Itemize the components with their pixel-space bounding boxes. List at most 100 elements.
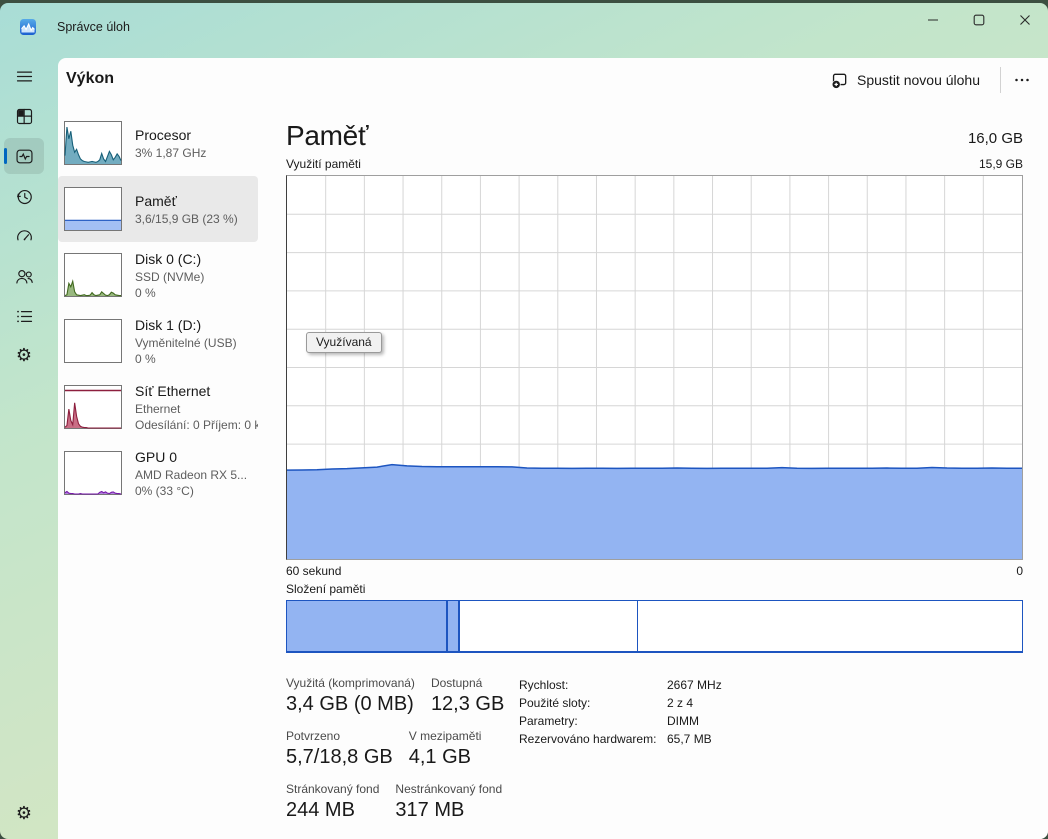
stat-dostupn-: Dostupná 12,3 GB: [431, 676, 504, 716]
stats-row-0: Využitá (komprimovaná) 3,4 GB (0 MB) Dostu…: [286, 676, 504, 716]
stat-value: 4,1 GB: [409, 746, 482, 769]
memory-title: Paměť: [286, 120, 368, 152]
disk0-thumbnail-chart: [64, 253, 122, 297]
services-gear-icon: ⚙: [16, 347, 32, 365]
window-title: Správce úloh: [57, 20, 130, 34]
sidebar-item-net[interactable]: Síť EthernetEthernetOdesílání: 0 Příjem:…: [58, 374, 258, 440]
stat-str-nkovan-fond: Stránkovaný fond 244 MB: [286, 782, 379, 822]
rail-item-startup-apps[interactable]: [4, 218, 44, 254]
memory-usage-chart: Využívaná: [286, 175, 1023, 560]
close-button[interactable]: [1002, 3, 1048, 37]
minimize-icon: [927, 14, 939, 26]
sidebar-item-disk0[interactable]: Disk 0 (C:)SSD (NVMe)0 %: [58, 242, 258, 308]
users-icon: [14, 266, 35, 287]
disk0-name: Disk 0 (C:): [135, 250, 204, 269]
stat-vyu-it-komprimovan-: Využitá (komprimovaná) 3,4 GB (0 MB): [286, 676, 415, 716]
memory-subline-0: 3,6/15,9 GB (23 %): [135, 211, 238, 227]
detail-label: Použité sloty:: [519, 696, 667, 710]
detail-label: Rychlost:: [519, 678, 667, 692]
gpu-thumbnail-chart: [64, 451, 122, 495]
detail-rezervov-no-hardwarem: Rezervováno hardwarem:65,7 MB: [519, 730, 722, 748]
memory-composition-label: Složení paměti: [286, 582, 365, 596]
net-labels: Síť EthernetEthernetOdesílání: 0 Příjem:…: [135, 382, 258, 433]
gpu-name: GPU 0: [135, 448, 247, 467]
minimize-button[interactable]: [910, 3, 956, 37]
cpu-thumbnail-chart: [64, 121, 122, 165]
close-icon: [1019, 14, 1031, 26]
disk1-labels: Disk 1 (D:)Vyměnitelné (USB)0 %: [135, 316, 237, 367]
detail-rychlost: Rychlost:2667 MHz: [519, 676, 722, 694]
rail-item-performance[interactable]: [4, 138, 44, 174]
stat-value: 3,4 GB (0 MB): [286, 693, 415, 716]
disk1-subline-0: Vyměnitelné (USB): [135, 335, 237, 351]
stat-v-mezipam-ti: V mezipaměti 4,1 GB: [409, 729, 482, 769]
x-axis-right-label: 0: [1016, 564, 1023, 578]
startup-apps-icon: [14, 226, 35, 247]
stat-value: 5,7/18,8 GB: [286, 746, 393, 769]
memory-usage-label: Využití paměti: [286, 157, 361, 171]
sidebar-item-gpu[interactable]: GPU 0AMD Radeon RX 5...0% (33 °C): [58, 440, 258, 506]
disk1-subline-1: 0 %: [135, 351, 237, 367]
x-axis-left-label: 60 sekund: [286, 564, 341, 578]
rail-item-services[interactable]: ⚙: [4, 338, 44, 374]
detail-value: 65,7 MB: [667, 732, 712, 746]
menu-icon: [14, 66, 35, 87]
detail-parametry: Parametry:DIMM: [519, 712, 722, 730]
memory-labels: Paměť3,6/15,9 GB (23 %): [135, 192, 238, 227]
page-title: Výkon: [66, 70, 114, 88]
memory-stats: Využitá (komprimovaná) 3,4 GB (0 MB) Dostu…: [286, 676, 504, 835]
stat-value: 317 MB: [395, 799, 502, 822]
stat-value: 244 MB: [286, 799, 379, 822]
memory-total-capacity: 16,0 GB: [968, 130, 1023, 147]
rail-item-details[interactable]: [4, 298, 44, 334]
composition-segment-free: [638, 601, 1022, 651]
detail-value: DIMM: [667, 714, 699, 728]
task-manager-app-icon: [20, 19, 36, 35]
stat-label: Nestránkovaný fond: [395, 782, 502, 796]
sidebar-item-memory[interactable]: Paměť3,6/15,9 GB (23 %): [58, 176, 258, 242]
maximize-button[interactable]: [956, 3, 1002, 37]
cpu-name: Procesor: [135, 126, 206, 145]
stat-nestr-nkovan-fond: Nestránkovaný fond 317 MB: [395, 782, 502, 822]
composition-segment-standby: [460, 601, 638, 651]
performance-icon: [14, 146, 35, 167]
rail-item-processes[interactable]: [4, 98, 44, 134]
detail-value: 2667 MHz: [667, 678, 722, 692]
gpu-labels: GPU 0AMD Radeon RX 5...0% (33 °C): [135, 448, 247, 499]
stats-row-2: Stránkovaný fond 244 MB Nestránkovaný fond…: [286, 782, 504, 822]
stat-label: Dostupná: [431, 676, 504, 690]
app-history-icon: [14, 186, 35, 207]
stat-label: Potvrzeno: [286, 729, 393, 743]
stat-label: Stránkovaný fond: [286, 782, 379, 796]
net-thumbnail-chart: [64, 385, 122, 429]
sidebar-item-disk1[interactable]: Disk 1 (D:)Vyměnitelné (USB)0 %: [58, 308, 258, 374]
sidebar-item-cpu[interactable]: Procesor3% 1,87 GHz: [58, 110, 258, 176]
settings-gear-icon: ⚙: [16, 805, 32, 823]
stat-label: V mezipaměti: [409, 729, 482, 743]
chart-tooltip: Využívaná: [306, 332, 382, 353]
gpu-subline-1: 0% (33 °C): [135, 483, 247, 499]
memory-detail-pane: Paměť 16,0 GB Využití paměti 15,9 GB Vyu…: [286, 58, 1023, 839]
rail-item-app-history[interactable]: [4, 178, 44, 214]
detail-value: 2 z 4: [667, 696, 693, 710]
stat-value: 12,3 GB: [431, 693, 504, 716]
composition-segment-modified: [446, 601, 459, 651]
rail-item-settings[interactable]: ⚙: [4, 796, 44, 832]
stat-label: Využitá (komprimovaná): [286, 676, 415, 690]
disk0-subline-0: SSD (NVMe): [135, 269, 204, 285]
details-icon: [14, 306, 35, 327]
disk1-name: Disk 1 (D:): [135, 316, 237, 335]
rail-item-users[interactable]: [4, 258, 44, 294]
maximize-icon: [973, 14, 985, 26]
net-subline-1: Odesílání: 0 Příjem: 0 kb: [135, 417, 258, 433]
stats-row-1: Potvrzeno 5,7/18,8 GB V mezipaměti 4,1 GB: [286, 729, 504, 769]
performance-device-list: Procesor3% 1,87 GHz Paměť3,6/15,9 GB (23 …: [58, 110, 260, 506]
cpu-subline-0: 3% 1,87 GHz: [135, 145, 206, 161]
memory-usage-max: 15,9 GB: [979, 157, 1023, 171]
rail-item-menu[interactable]: [4, 58, 44, 94]
detail-label: Parametry:: [519, 714, 667, 728]
net-name: Síť Ethernet: [135, 382, 258, 401]
titlebar: Správce úloh: [0, 3, 1048, 58]
net-subline-0: Ethernet: [135, 401, 258, 417]
detail-label: Rezervováno hardwarem:: [519, 732, 667, 746]
